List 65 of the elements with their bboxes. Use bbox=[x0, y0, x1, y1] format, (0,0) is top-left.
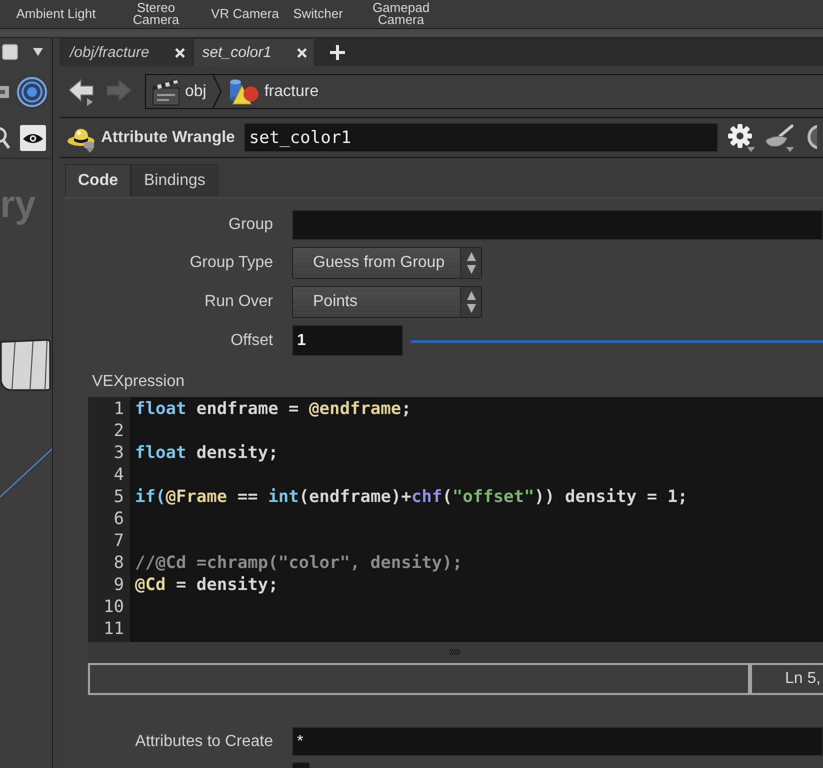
line-number: 8 bbox=[112, 552, 125, 574]
code-line: if(@Frame == int(endframe)+chf("offset")) density = 1; bbox=[135, 486, 688, 508]
parameter-label: Group Type bbox=[188, 254, 273, 272]
dropdown[interactable]: Points bbox=[292, 286, 482, 318]
close-icon[interactable] bbox=[297, 48, 308, 58]
shelf-tool-label[interactable]: VR Camera bbox=[211, 8, 279, 20]
input-field[interactable]: * bbox=[292, 727, 823, 756]
parameter-label: Attributes to Create bbox=[134, 732, 273, 750]
line-number: 2 bbox=[112, 420, 125, 442]
line-number: 9 bbox=[112, 574, 125, 596]
line-number: 5 bbox=[112, 486, 125, 508]
ring-icon[interactable] bbox=[806, 124, 817, 152]
path-segment[interactable]: fracture bbox=[229, 78, 319, 104]
shapes-icon bbox=[229, 78, 260, 104]
input-field[interactable] bbox=[292, 210, 823, 240]
path-segment[interactable]: obj bbox=[152, 77, 206, 106]
node-type-title: Attribute Wrangle bbox=[101, 128, 235, 146]
shelf-tool-label[interactable]: Stereo Camera bbox=[126, 2, 186, 26]
pan-icon[interactable] bbox=[764, 124, 795, 152]
input-field[interactable]: 1 bbox=[292, 325, 403, 356]
tab[interactable]: Bindings bbox=[131, 164, 218, 197]
checkbox[interactable] bbox=[292, 762, 310, 768]
code-line: float endframe = @endframe; bbox=[135, 398, 412, 420]
clapperboard-icon bbox=[152, 77, 180, 106]
close-icon[interactable] bbox=[175, 48, 186, 58]
line-number: 3 bbox=[112, 442, 125, 464]
code-editor[interactable]: 1 2 3 4 5 6 7 8 9 10 11 float endframe = @endframe; float density; if(@Frame == int(endframe)+chf("offset")) density = 1; //@Cd =chramp("color", density); @Cd = density; bbox=[88, 397, 823, 642]
line-number: 11 bbox=[102, 618, 125, 640]
dropdown[interactable]: Guess from Group bbox=[292, 247, 482, 279]
camera-icon[interactable] bbox=[0, 86, 9, 98]
search-icon[interactable] bbox=[0, 127, 10, 149]
line-number: 4 bbox=[112, 464, 125, 486]
name-field[interactable]: set_color1 bbox=[244, 123, 718, 152]
tab[interactable]: /obj/fracture bbox=[62, 39, 192, 66]
slider-track[interactable] bbox=[411, 338, 823, 342]
line-number: 1 bbox=[112, 398, 125, 420]
parameter-label: Group bbox=[228, 216, 273, 234]
cursor-position: Ln 5, bbox=[785, 670, 821, 688]
shelf-tool-label[interactable]: Ambient Light bbox=[16, 8, 96, 20]
shelf-tool-label[interactable]: Gamepad Camera bbox=[366, 2, 436, 26]
square-icon[interactable] bbox=[2, 44, 18, 60]
path-bar[interactable]: obj fracture bbox=[145, 74, 823, 109]
line-number: 7 bbox=[112, 530, 125, 552]
add-tab-button[interactable] bbox=[330, 44, 346, 60]
chevron-icon bbox=[212, 75, 222, 108]
shelf-tool-label[interactable]: Switcher bbox=[293, 8, 343, 20]
target-icon[interactable] bbox=[17, 77, 47, 107]
line-drawing bbox=[0, 448, 52, 498]
grip-icon[interactable] bbox=[450, 649, 461, 656]
tab[interactable]: Code bbox=[65, 164, 131, 197]
code-line: @Cd = density; bbox=[135, 574, 278, 596]
tab[interactable]: set_color1 bbox=[194, 39, 314, 66]
line-number: 6 bbox=[112, 508, 125, 530]
up-down-arrows-icon bbox=[466, 291, 476, 313]
parameter-label: Run Over bbox=[204, 293, 273, 311]
back-button[interactable] bbox=[68, 78, 95, 106]
code-line: //@Cd =chramp("color", density); bbox=[135, 552, 463, 574]
up-down-arrows-icon bbox=[466, 252, 476, 274]
line-number: 10 bbox=[102, 596, 125, 618]
gear-icon[interactable] bbox=[726, 124, 755, 152]
code-line: float density; bbox=[135, 442, 278, 464]
eye-icon[interactable] bbox=[20, 125, 46, 151]
parameter-label: Offset bbox=[230, 332, 273, 350]
editor-label: VEXpression bbox=[92, 372, 184, 392]
caret-icon[interactable] bbox=[33, 48, 43, 56]
